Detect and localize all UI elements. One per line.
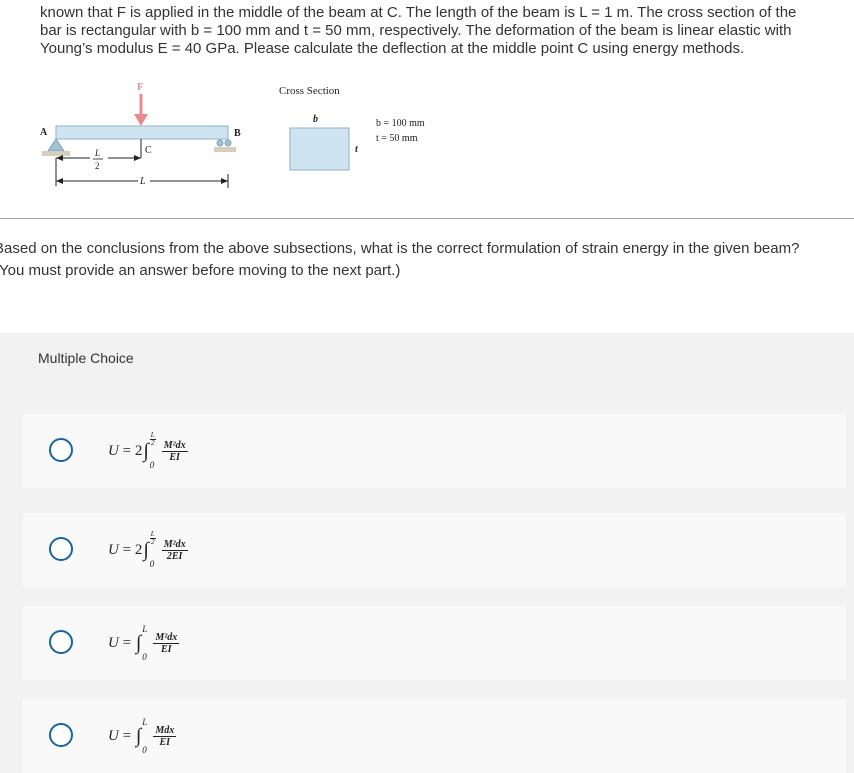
formula-2-lhs: U — [108, 541, 119, 558]
formula-3-num: M²dx — [153, 631, 180, 644]
formula-2-den: 2EI — [166, 550, 183, 562]
dim-t-value: t = 50 mm — [376, 133, 418, 144]
cross-section-b: b — [313, 114, 318, 125]
formula-3: U = ∫ L 0 M²dx EI — [108, 624, 180, 662]
dim-full-arrow-right — [221, 178, 228, 184]
radio-button-3[interactable] — [49, 630, 73, 654]
formula-4-num: Mdx — [153, 724, 177, 737]
integral-sign: ∫ — [143, 538, 149, 561]
formula-4-den: EI — [159, 736, 171, 748]
dim-half-arrow-right — [134, 155, 141, 161]
choice-option-1[interactable]: U = 2 ∫ L2 0 M²dx EI — [23, 414, 846, 488]
formula-1-lower: 0 — [149, 460, 155, 470]
radio-button-1[interactable] — [49, 438, 73, 462]
formula-4-lhs: U — [108, 727, 119, 744]
formula-3-den: EI — [160, 643, 172, 655]
cross-section-rect — [289, 127, 350, 171]
ground-left — [42, 151, 70, 156]
integral-sign: ∫ — [135, 631, 142, 654]
formula-3-lower: 0 — [142, 652, 147, 662]
problem-statement: known that F is applied in the middle of… — [40, 4, 840, 58]
formula-4-upper: L — [142, 717, 148, 727]
formula-1-num: M²dx — [161, 439, 188, 452]
formula-2-coef: 2 — [134, 541, 143, 558]
label-c: C — [145, 145, 152, 156]
beam — [55, 125, 229, 140]
choice-option-4[interactable]: U = ∫ L 0 Mdx EI — [23, 699, 846, 773]
choices-area: U = 2 ∫ L2 0 M²dx EI U = 2 ∫ L2 0 M²dx 2… — [0, 383, 854, 773]
dim-half-num: L — [94, 148, 100, 158]
choice-option-3[interactable]: U = ∫ L 0 M²dx EI — [23, 606, 846, 680]
pin-support — [47, 138, 65, 152]
question-text: Based on the conclusions from the above … — [0, 238, 854, 282]
section-divider — [0, 218, 854, 219]
multiple-choice-label: Multiple Choice — [38, 350, 134, 366]
formula-4-lower: 0 — [142, 745, 147, 755]
formula-1-lhs: U — [108, 442, 119, 459]
integral-sign: ∫ — [135, 724, 142, 747]
dim-half-den: 2 — [95, 161, 100, 171]
integral-sign: ∫ — [143, 439, 149, 462]
formula-2-num: M²dx — [161, 538, 188, 551]
roller-1 — [216, 139, 224, 147]
problem-line-1: known that F is applied in the middle of… — [40, 4, 797, 21]
radio-button-2[interactable] — [49, 537, 73, 561]
dim-full-arrow-left — [56, 178, 63, 184]
problem-line-3: Young’s modulus E = 40 GPa. Please calcu… — [40, 40, 745, 57]
formula-1-coef: 2 — [134, 442, 143, 459]
label-b: B — [234, 128, 241, 139]
formula-4: U = ∫ L 0 Mdx EI — [108, 717, 177, 755]
formula-2: U = 2 ∫ L2 0 M²dx 2EI — [108, 530, 188, 569]
multiple-choice-header: Multiple Choice — [0, 333, 854, 383]
beam-diagram: F A B C L 2 L Cross Section b t b = 100 … — [40, 82, 425, 188]
force-arrow-head — [134, 114, 148, 126]
ground-right — [214, 147, 236, 152]
formula-3-upper: L — [142, 624, 148, 634]
formula-1-den: EI — [169, 451, 180, 463]
formula-1-upper-den: 2 — [151, 439, 155, 447]
formula-3-lhs: U — [108, 634, 119, 651]
cross-section-title: Cross Section — [279, 85, 340, 97]
beam-figure: F A B C L 2 L Cross Section b t b = 100 … — [0, 78, 854, 198]
formula-2-lower: 0 — [149, 559, 155, 569]
problem-line-2: bar is rectangular with b = 100 mm and t… — [40, 22, 792, 39]
dim-full-label: L — [139, 176, 146, 187]
formula-1: U = 2 ∫ L2 0 M²dx EI — [108, 431, 188, 470]
cross-section-t: t — [355, 144, 359, 155]
choice-option-2[interactable]: U = 2 ∫ L2 0 M²dx 2EI — [23, 513, 846, 587]
formula-2-upper-den: 2 — [151, 538, 155, 546]
roller-2 — [224, 139, 232, 147]
dim-b-value: b = 100 mm — [376, 118, 425, 129]
question-line-2: (You must provide an answer before movin… — [0, 262, 401, 279]
force-label: F — [137, 82, 143, 93]
radio-button-4[interactable] — [49, 723, 73, 747]
question-line-1: Based on the conclusions from the above … — [0, 240, 800, 257]
label-a: A — [40, 127, 48, 138]
